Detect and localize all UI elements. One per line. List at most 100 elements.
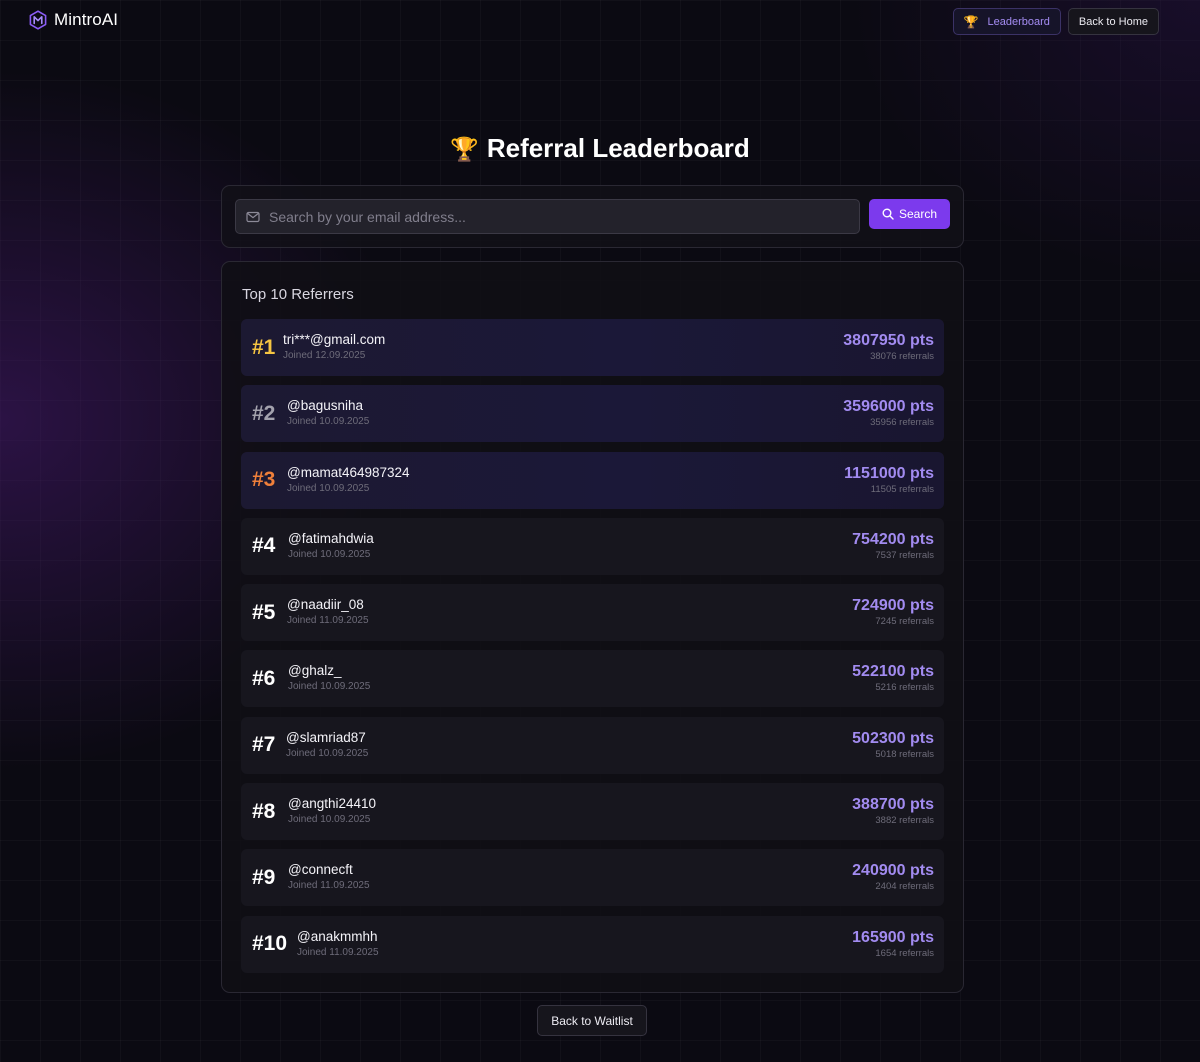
leaderboard-row[interactable]: #8 @angthi24410 Joined 10.09.2025 388700…	[241, 783, 944, 841]
points: 754200 pts	[852, 530, 934, 548]
leaderboard-button-label: Leaderboard	[987, 15, 1050, 28]
referral-count: 38076 referrals	[870, 351, 934, 362]
rank-badge: #10	[252, 932, 288, 956]
brand[interactable]: MintroAI	[28, 10, 118, 30]
page-title: 🏆 Referral Leaderboard	[0, 133, 1200, 164]
score: 754200 pts 7537 referrals	[852, 530, 934, 562]
username: @connecft	[288, 862, 353, 878]
user-info: @connecft Joined 11.09.2025	[288, 862, 370, 892]
brand-name: MintroAI	[54, 10, 119, 29]
search-input[interactable]	[269, 200, 859, 233]
rank-badge: #3	[252, 468, 276, 492]
score: 165900 pts 1654 referrals	[852, 928, 934, 960]
referral-count: 5216 referrals	[875, 682, 934, 694]
leaderboard-row[interactable]: #10 @anakmmhh Joined 11.09.2025 165900 p…	[241, 915, 944, 973]
trophy-icon: 🏆	[963, 14, 979, 29]
leaderboard-row[interactable]: #3 @mamat464987324 Joined 10.09.2025 115…	[241, 451, 944, 509]
rank-badge: #5	[252, 600, 276, 624]
score: 240900 pts 2404 referrals	[852, 861, 934, 893]
user-info: tri***@gmail.com Joined 12.09.2025	[283, 332, 385, 362]
leaderboard-row[interactable]: #9 @connecft Joined 11.09.2025 240900 pt…	[241, 849, 944, 907]
score: 3596000 pts 35956 referrals	[843, 397, 934, 429]
join-date: Joined 12.09.2025	[283, 350, 366, 361]
rank-badge: #2	[252, 401, 276, 425]
leaderboard-card: Top 10 Referrers #1 tri***@gmail.com Joi…	[221, 261, 964, 993]
search-card: Search	[221, 185, 964, 248]
points: 240900 pts	[852, 862, 934, 880]
join-date: Joined 11.09.2025	[297, 946, 379, 958]
username: @anakmmhh	[297, 928, 378, 944]
search-button-label: Search	[898, 207, 938, 221]
referral-count: 5018 referrals	[875, 748, 934, 760]
join-date: Joined 10.09.2025	[288, 814, 371, 826]
leaderboard-row[interactable]: #1 tri***@gmail.com Joined 12.09.2025 38…	[241, 319, 944, 376]
user-info: @fatimahdwia Joined 10.09.2025	[288, 531, 374, 561]
points: 3596000 pts	[843, 398, 934, 416]
points: 388700 pts	[852, 796, 934, 814]
join-date: Joined 10.09.2025	[287, 416, 370, 428]
join-date: Joined 10.09.2025	[288, 548, 371, 560]
score: 522100 pts 5216 referrals	[852, 662, 934, 694]
leaderboard-row[interactable]: #2 @bagusniha Joined 10.09.2025 3596000 …	[241, 385, 944, 443]
user-info: @bagusniha Joined 10.09.2025	[287, 398, 369, 428]
user-info: @anakmmhh Joined 11.09.2025	[297, 929, 379, 959]
user-info: @mamat464987324 Joined 10.09.2025	[287, 465, 410, 495]
points: 502300 pts	[852, 729, 934, 747]
mail-icon	[246, 211, 260, 222]
user-info: @naadiir_08 Joined 11.09.2025	[287, 597, 369, 627]
back-to-waitlist-button[interactable]: Back to Waitlist	[537, 1005, 647, 1036]
score: 388700 pts 3882 referrals	[852, 795, 934, 827]
rank-badge: #9	[252, 865, 276, 889]
search-icon	[882, 208, 894, 220]
leaderboard-row[interactable]: #4 @fatimahdwia Joined 10.09.2025 754200…	[241, 517, 944, 575]
score: 3807950 pts 38076 referrals	[843, 331, 934, 363]
user-info: @ghalz_ Joined 10.09.2025	[288, 663, 370, 693]
user-info: @slamriad87 Joined 10.09.2025	[286, 730, 368, 760]
username: @mamat464987324	[287, 464, 410, 480]
join-date: Joined 11.09.2025	[287, 615, 369, 627]
points: 522100 pts	[852, 663, 934, 681]
rank-badge: #6	[252, 666, 276, 690]
rank-badge: #4	[252, 534, 276, 558]
score: 1151000 pts 11505 referrals	[844, 464, 934, 496]
score: 724900 pts 7245 referrals	[852, 596, 934, 628]
rank-badge: #8	[252, 799, 276, 823]
user-info: @angthi24410 Joined 10.09.2025	[288, 796, 376, 826]
username: @bagusniha	[287, 398, 364, 414]
points: 724900 pts	[852, 597, 934, 615]
leaderboard-list: #1 tri***@gmail.com Joined 12.09.2025 38…	[241, 319, 944, 982]
leaderboard-row[interactable]: #6 @ghalz_ Joined 10.09.2025 522100 pts …	[241, 650, 944, 708]
referral-count: 35956 referrals	[870, 417, 934, 429]
leaderboard-row[interactable]: #5 @naadiir_08 Joined 11.09.2025 724900 …	[241, 584, 944, 642]
join-date: Joined 10.09.2025	[286, 747, 369, 759]
back-to-home-button[interactable]: Back to Home	[1067, 8, 1159, 35]
username: @slamriad87	[286, 729, 366, 745]
username: @angthi24410	[288, 796, 377, 812]
referral-count: 3882 referrals	[875, 815, 934, 827]
leaderboard-button[interactable]: 🏆 Leaderboard	[952, 8, 1061, 35]
rank-badge: #1	[252, 335, 276, 359]
referral-count: 7245 referrals	[875, 616, 934, 628]
nav-actions: 🏆 Leaderboard Back to Home	[952, 8, 1159, 35]
points: 1151000 pts	[844, 464, 934, 482]
top-nav: MintroAI 🏆 Leaderboard Back to Home	[0, 0, 1200, 44]
referral-count: 7537 referrals	[875, 549, 934, 561]
search-button[interactable]: Search	[869, 199, 950, 229]
page-title-text: Referral Leaderboard	[486, 133, 750, 163]
points: 165900 pts	[852, 928, 934, 946]
username: @ghalz_	[288, 663, 342, 679]
join-date: Joined 10.09.2025	[287, 482, 370, 494]
referral-count: 1654 referrals	[875, 947, 934, 959]
leaderboard-row[interactable]: #7 @slamriad87 Joined 10.09.2025 502300 …	[241, 716, 944, 774]
username: @fatimahdwia	[288, 530, 374, 546]
rank-badge: #7	[252, 733, 276, 757]
trophy-icon: 🏆	[450, 136, 479, 162]
points: 3807950 pts	[843, 332, 934, 349]
back-to-waitlist-label: Back to Waitlist	[551, 1013, 633, 1028]
referral-count: 2404 referrals	[875, 881, 934, 893]
search-field[interactable]	[235, 199, 860, 234]
m-logo-icon	[29, 10, 47, 30]
join-date: Joined 10.09.2025	[288, 681, 371, 693]
referral-count: 11505 referrals	[870, 483, 934, 495]
join-date: Joined 11.09.2025	[288, 880, 370, 892]
